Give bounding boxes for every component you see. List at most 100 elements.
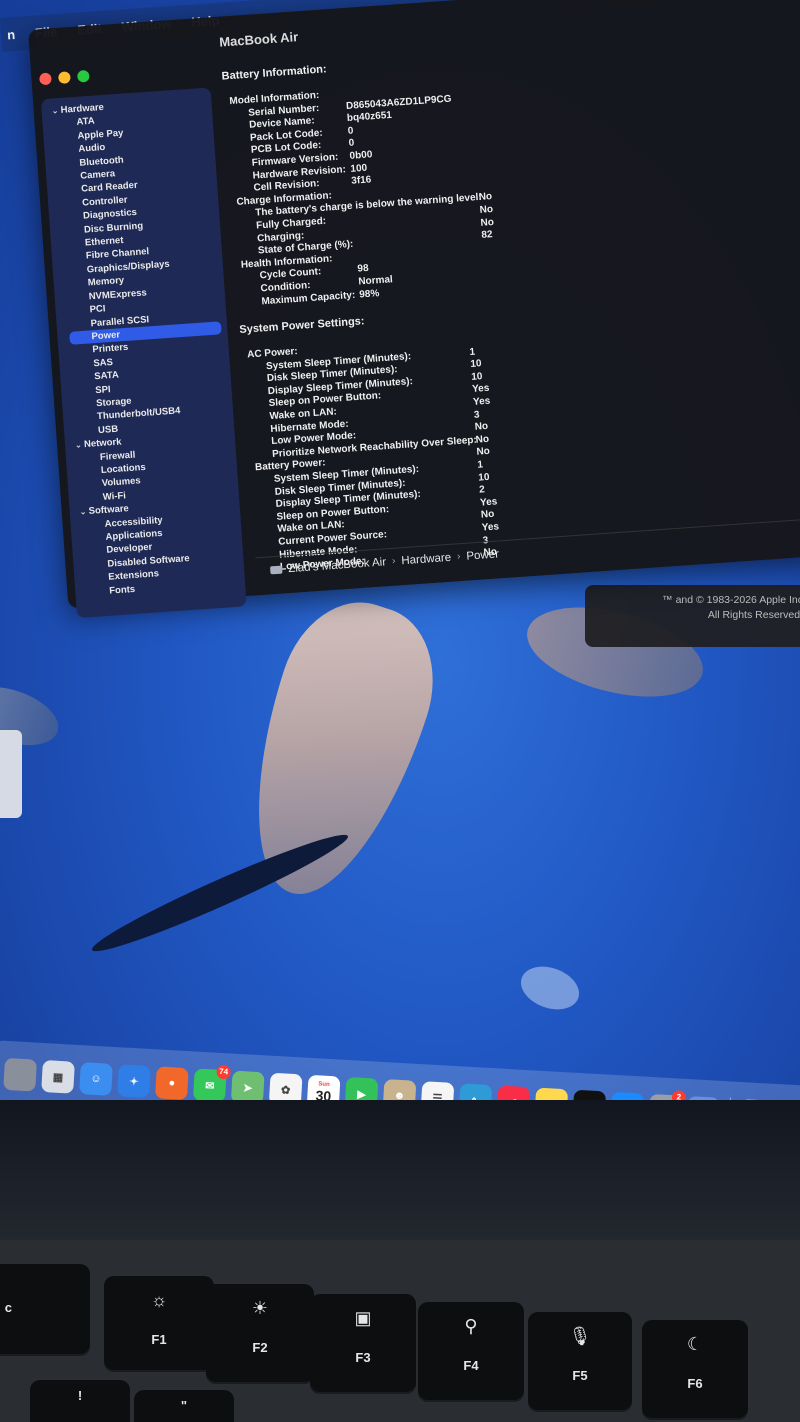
laptop-bezel bbox=[0, 1100, 800, 1240]
zoom-button[interactable] bbox=[76, 69, 90, 83]
keyboard: c ☼ F1 ☀ F2 ▣ F3 ⚲ F4 🎙 F5 ☾ F6! " bbox=[0, 1240, 800, 1422]
key-symbol-icon: 🎙 bbox=[568, 1326, 592, 1346]
sidebar-group-label: Hardware bbox=[60, 101, 105, 116]
info-value: Yes bbox=[479, 496, 498, 509]
firefox-icon[interactable]: ● bbox=[155, 1066, 189, 1100]
info-value: 0 bbox=[348, 137, 355, 150]
info-value: 0 bbox=[347, 125, 354, 137]
info-value: 10 bbox=[477, 471, 490, 484]
reminders-icon-glyph: ☰ bbox=[432, 1092, 443, 1100]
info-value: 3 bbox=[473, 409, 480, 421]
info-value: 1 bbox=[469, 346, 476, 358]
reminders-icon[interactable]: ☰ bbox=[420, 1081, 455, 1100]
key-symbol-icon: ⚲ bbox=[464, 1316, 478, 1336]
sidebar-group-label: Network bbox=[83, 436, 122, 451]
dolphin-fin bbox=[86, 824, 354, 962]
key-label: F5 bbox=[572, 1368, 588, 1383]
facetime-icon[interactable]: ▶ bbox=[344, 1076, 379, 1100]
menu-app[interactable]: n bbox=[7, 27, 16, 43]
chevron-right-icon: › bbox=[391, 555, 396, 567]
system-information-window: MacBook Air ⌄ Hardware ATA Apple Pay Audio Bl… bbox=[28, 0, 800, 619]
path-power[interactable]: Power bbox=[466, 548, 499, 562]
calendar-date-label: 30 bbox=[315, 1086, 332, 1100]
info-value: No bbox=[478, 191, 493, 204]
app-store-icon[interactable]: A bbox=[610, 1091, 645, 1100]
key-f3[interactable]: ▣ F3 bbox=[310, 1294, 416, 1394]
notes-icon[interactable]: ≡ bbox=[534, 1087, 569, 1100]
key-c[interactable]: c bbox=[0, 1264, 90, 1356]
path-computer[interactable]: Ziad's MacBook Air bbox=[288, 556, 387, 575]
info-value: Yes bbox=[481, 521, 500, 534]
maps-icon-glyph: ➤ bbox=[242, 1081, 253, 1095]
info-value: 82 bbox=[481, 229, 493, 241]
dolphin-far bbox=[514, 958, 586, 1018]
photos-icon-glyph: ✿ bbox=[280, 1083, 291, 1097]
key-symbol-icon: ☼ bbox=[150, 1290, 168, 1310]
key-f2[interactable]: ☀ F2 bbox=[206, 1284, 314, 1384]
info-value: 1 bbox=[477, 459, 484, 471]
photos-icon[interactable]: ✿ bbox=[268, 1072, 303, 1100]
launchpad-icon-glyph: ▦ bbox=[52, 1071, 64, 1084]
info-value: No bbox=[480, 509, 495, 521]
freeform-icon[interactable]: ∿ bbox=[458, 1083, 493, 1100]
rights-line: All Rights Reserved. bbox=[707, 609, 800, 621]
info-value: No bbox=[474, 421, 489, 434]
background-window-edge[interactable] bbox=[0, 730, 22, 818]
key-label: ! bbox=[77, 1388, 83, 1403]
info-value: 98 bbox=[357, 263, 369, 275]
desktop: n File Edit Window Help ™ and © 1983-202… bbox=[0, 0, 800, 1100]
chevron-right-icon: › bbox=[456, 551, 461, 563]
key-symbol-icon: ☀ bbox=[251, 1298, 269, 1318]
messages-icon[interactable]: ✉ 74 bbox=[192, 1064, 231, 1100]
contacts-icon[interactable]: ☻ bbox=[382, 1079, 417, 1100]
battery-information-list: Model Information: Serial Number: D865043A… bbox=[223, 52, 800, 310]
key-label: F4 bbox=[463, 1358, 479, 1373]
key-symbol-icon: ☾ bbox=[686, 1334, 704, 1354]
path-hardware[interactable]: Hardware bbox=[401, 551, 452, 566]
launchpad-icon[interactable]: ▦ bbox=[41, 1059, 75, 1094]
info-value: 100 bbox=[350, 162, 368, 175]
key-label: F6 bbox=[687, 1376, 703, 1391]
info-value: No bbox=[476, 446, 491, 459]
finder-icon-glyph: ☺ bbox=[90, 1072, 102, 1086]
minimize-button[interactable] bbox=[58, 71, 71, 84]
copyright-line: ™ and © 1983-2026 Apple Inc bbox=[662, 594, 800, 606]
maps-icon[interactable]: ➤ bbox=[230, 1070, 265, 1100]
music-icon[interactable]: ♫ bbox=[496, 1085, 531, 1100]
partial-app-icon[interactable] bbox=[3, 1057, 37, 1092]
content-pane: Battery Information: Model Information: S… bbox=[221, 26, 800, 573]
key-f4[interactable]: ⚲ F4 bbox=[418, 1302, 524, 1402]
info-value: 98% bbox=[358, 287, 380, 301]
key-f6[interactable]: ☾ F6 bbox=[642, 1320, 748, 1420]
key-f5[interactable]: 🎙 F5 bbox=[528, 1312, 632, 1412]
key-label: F1 bbox=[151, 1332, 167, 1347]
info-value: No bbox=[479, 203, 494, 216]
key-label: " bbox=[180, 1398, 188, 1413]
key-row2-1[interactable]: " bbox=[134, 1390, 234, 1422]
key-row2-0[interactable]: ! bbox=[30, 1380, 130, 1422]
key-label: F3 bbox=[355, 1350, 371, 1365]
close-button[interactable] bbox=[39, 72, 52, 86]
facetime-icon-glyph: ▶ bbox=[356, 1088, 367, 1100]
info-value: 2 bbox=[478, 484, 486, 496]
calendar-icon[interactable]: Sun 30 bbox=[306, 1074, 341, 1100]
safari-icon[interactable]: ✦ bbox=[117, 1064, 151, 1098]
safari-icon-glyph: ✦ bbox=[128, 1075, 139, 1088]
info-value: Yes bbox=[472, 395, 491, 408]
computer-icon bbox=[269, 565, 283, 574]
tv-icon[interactable]: tv bbox=[572, 1089, 607, 1100]
contacts-icon-glyph: ☻ bbox=[393, 1089, 406, 1100]
sidebar: ⌄ Hardware ATA Apple Pay Audio Bluetooth Camer… bbox=[40, 87, 247, 619]
info-value: 10 bbox=[470, 371, 483, 383]
traffic-lights bbox=[39, 69, 90, 86]
info-value: No bbox=[475, 433, 490, 446]
key-symbol-icon: ▣ bbox=[354, 1308, 372, 1328]
key-label: c bbox=[4, 1300, 12, 1315]
about-panel: ™ and © 1983-2026 Apple Inc All Rights R… bbox=[585, 585, 800, 647]
notification-badge: 74 bbox=[216, 1064, 231, 1080]
firefox-icon-glyph: ● bbox=[168, 1077, 176, 1090]
info-value: 0b00 bbox=[349, 149, 373, 162]
key-f1[interactable]: ☼ F1 bbox=[104, 1276, 214, 1372]
info-value: Normal bbox=[357, 274, 394, 288]
finder-icon[interactable]: ☺ bbox=[79, 1062, 113, 1096]
